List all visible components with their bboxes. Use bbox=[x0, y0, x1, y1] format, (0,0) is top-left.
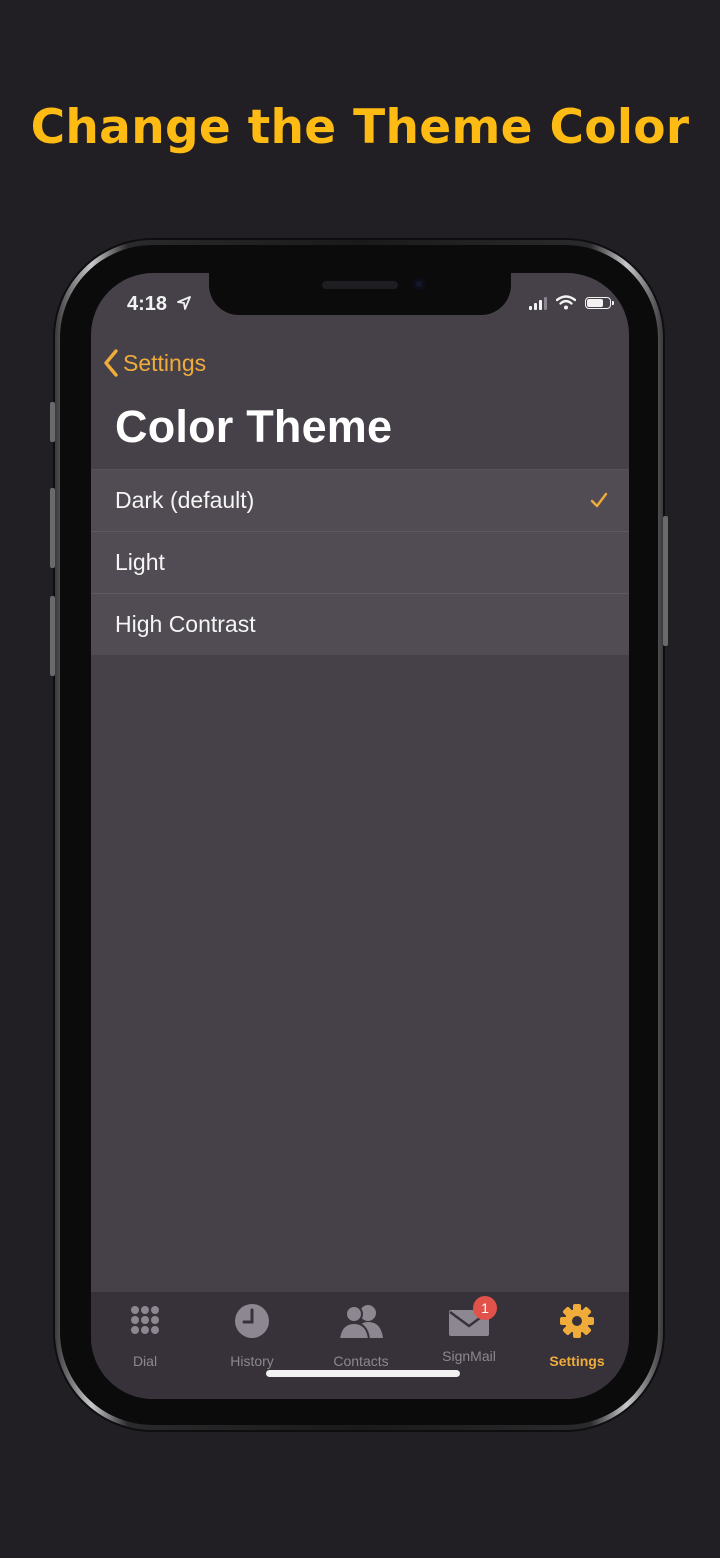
tab-contacts[interactable]: Contacts bbox=[316, 1302, 406, 1369]
front-camera bbox=[413, 278, 425, 290]
side-button-volume-down bbox=[50, 596, 55, 676]
tab-bar: Dial History Contacts 1 SignMail Setting… bbox=[91, 1292, 629, 1399]
headline: Change the Theme Color bbox=[30, 100, 690, 155]
theme-option-label: Dark (default) bbox=[115, 487, 255, 513]
wifi-icon bbox=[556, 295, 576, 310]
theme-list: Dark (default) Light High Contrast bbox=[91, 469, 629, 655]
side-button-volume-up bbox=[50, 488, 55, 568]
theme-option-label: Light bbox=[115, 549, 165, 575]
contacts-icon bbox=[337, 1305, 383, 1340]
tab-label: Dial bbox=[132, 1353, 158, 1369]
tab-label: History bbox=[230, 1353, 274, 1369]
chevron-left-icon bbox=[104, 349, 118, 377]
theme-option-label: High Contrast bbox=[115, 611, 256, 637]
theme-option-dark[interactable]: Dark (default) bbox=[91, 469, 629, 531]
side-button-silent bbox=[50, 402, 55, 442]
back-button[interactable]: Settings bbox=[103, 349, 206, 377]
clock-icon bbox=[235, 1304, 269, 1338]
gear-icon bbox=[560, 1304, 594, 1338]
unread-badge: 1 bbox=[473, 1296, 497, 1320]
tab-label: SignMail bbox=[442, 1348, 496, 1364]
side-button-power bbox=[663, 516, 668, 646]
theme-option-light[interactable]: Light bbox=[91, 531, 629, 593]
checkmark-icon bbox=[590, 492, 608, 508]
tab-settings[interactable]: Settings bbox=[532, 1302, 622, 1369]
tab-dial[interactable]: Dial bbox=[100, 1302, 190, 1369]
tab-signmail[interactable]: 1 SignMail bbox=[424, 1296, 514, 1364]
page-title: Color Theme bbox=[115, 401, 393, 452]
cellular-signal-icon bbox=[529, 296, 547, 310]
notch bbox=[209, 273, 511, 315]
tab-label: Settings bbox=[549, 1353, 605, 1369]
back-button-label: Settings bbox=[123, 349, 207, 376]
tab-label: Contacts bbox=[333, 1353, 389, 1369]
status-time: 4:18 bbox=[127, 293, 168, 315]
tab-history[interactable]: History bbox=[207, 1302, 297, 1369]
battery-icon bbox=[585, 296, 614, 309]
signmail-icon-wrap: 1 bbox=[447, 1296, 497, 1342]
speaker-grille bbox=[322, 281, 398, 289]
location-arrow-icon bbox=[177, 296, 191, 310]
phone-screen: 4:18 Settings Color Theme Dark (default)… bbox=[91, 273, 629, 1399]
theme-option-high-contrast[interactable]: High Contrast bbox=[91, 593, 629, 655]
home-indicator[interactable] bbox=[266, 1370, 460, 1377]
dial-icon bbox=[131, 1306, 159, 1334]
